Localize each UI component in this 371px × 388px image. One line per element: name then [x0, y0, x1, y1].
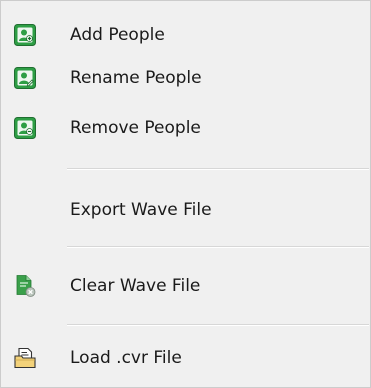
menu-item-label: Load .cvr File	[70, 348, 182, 368]
context-menu: Add People Rename People Remove People E…	[0, 0, 371, 388]
remove-person-icon	[13, 116, 37, 140]
menu-item-label: Add People	[70, 25, 165, 45]
menu-item-clear-wave-file[interactable]: Clear Wave File	[1, 266, 370, 306]
menu-item-label: Clear Wave File	[70, 276, 201, 296]
add-person-icon	[13, 23, 37, 47]
menu-separator	[67, 168, 369, 170]
rename-person-icon	[13, 66, 37, 90]
menu-separator	[67, 246, 369, 248]
menu-item-label: Remove People	[70, 118, 201, 138]
clear-file-icon	[13, 274, 37, 298]
menu-item-label: Export Wave File	[70, 200, 212, 220]
menu-item-add-people[interactable]: Add People	[1, 15, 370, 55]
menu-item-rename-people[interactable]: Rename People	[1, 58, 370, 98]
load-file-icon	[13, 346, 37, 370]
menu-separator	[67, 324, 369, 326]
menu-item-label: Rename People	[70, 68, 202, 88]
menu-item-load-cvr-file[interactable]: Load .cvr File	[1, 338, 370, 378]
menu-item-export-wave-file[interactable]: Export Wave File	[1, 190, 370, 230]
menu-item-remove-people[interactable]: Remove People	[1, 108, 370, 148]
